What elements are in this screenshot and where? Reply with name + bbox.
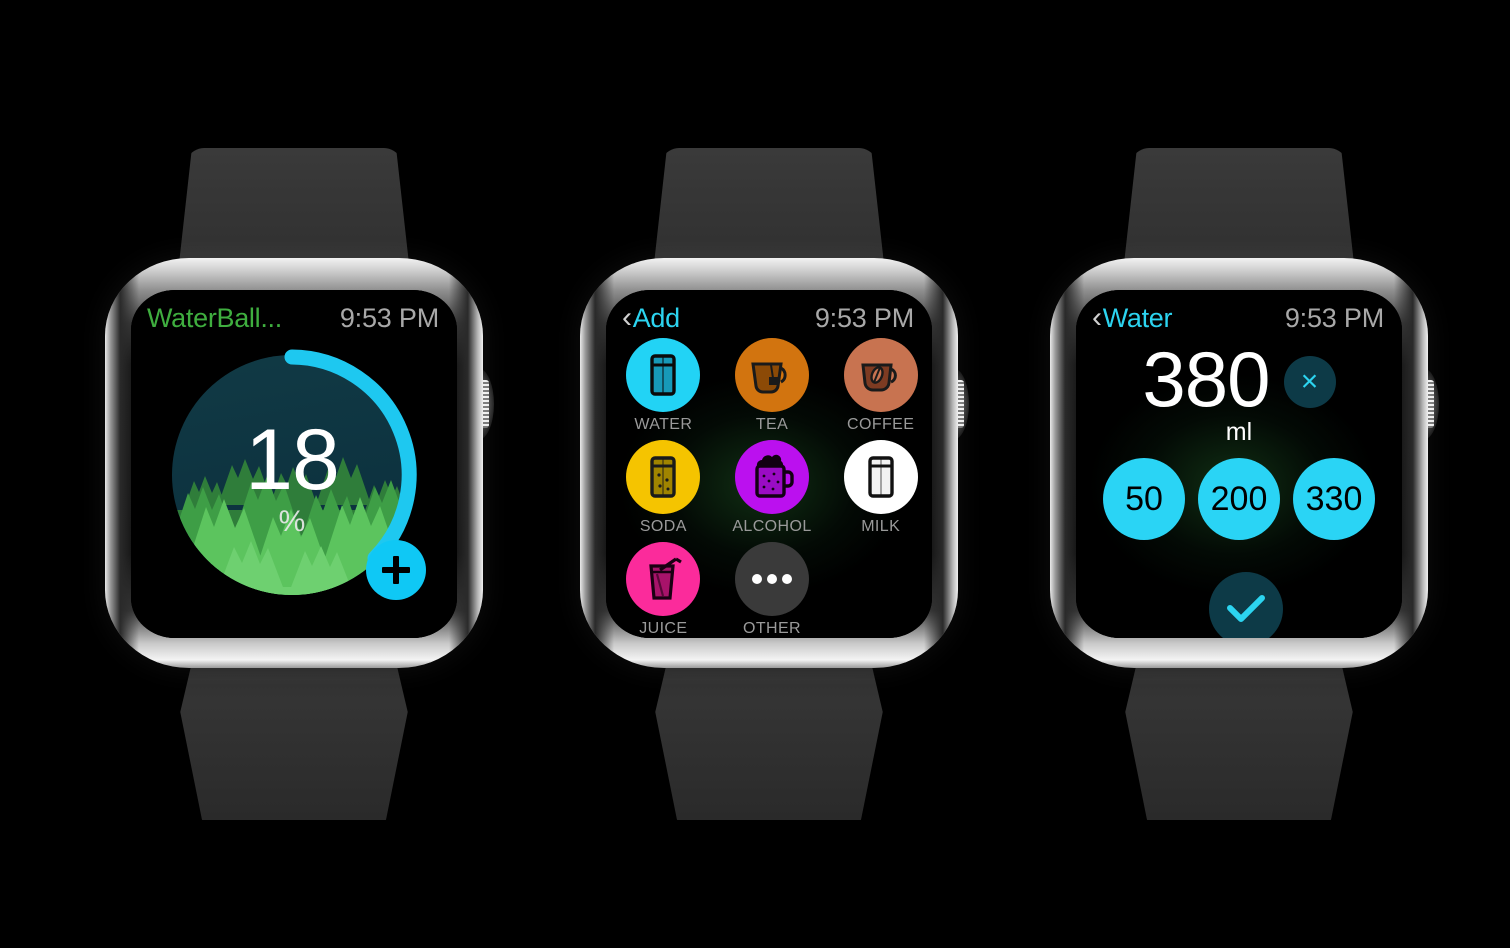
drink-item-other[interactable]: OTHER bbox=[721, 542, 824, 638]
drink-row: WATER TEA COFFEE bbox=[606, 338, 932, 434]
drink-grid: WATER TEA COFFEE SODA ALCOHOL MILK JUICE… bbox=[606, 338, 932, 638]
drink-label: COFFEE bbox=[847, 416, 915, 433]
amount-unit: ml bbox=[1225, 418, 1253, 446]
status-bar-left: WaterBall... bbox=[147, 303, 282, 334]
screen-progress: WaterBall... 9:53 PM 18 % bbox=[131, 290, 457, 638]
water-glass-icon bbox=[626, 338, 701, 412]
watch-case: ‹ Add 9:53 PM WATER TEA COFFEE SODA ALCO… bbox=[580, 258, 958, 668]
amount-row: 380 × bbox=[1076, 335, 1402, 423]
watch-glass: WaterBall... 9:53 PM 18 % bbox=[131, 290, 457, 638]
clear-amount-button[interactable]: × bbox=[1283, 356, 1336, 408]
watch-quantity: ‹ Water 9:53 PM 380 × ml 50 200 330 bbox=[1040, 0, 1440, 948]
drink-label: SODA bbox=[639, 518, 687, 535]
status-time: 9:53 PM bbox=[814, 302, 914, 333]
screen-add-drink: ‹ Add 9:53 PM WATER TEA COFFEE SODA ALCO… bbox=[606, 290, 932, 638]
drink-item-water[interactable]: WATER bbox=[612, 338, 715, 434]
watch-progress: WaterBall... 9:53 PM 18 % bbox=[95, 0, 495, 948]
milk-glass-icon bbox=[843, 440, 918, 514]
screen-title: Add bbox=[632, 302, 680, 333]
status-time: 9:53 PM bbox=[339, 302, 439, 333]
tea-cup-icon bbox=[735, 338, 809, 412]
status-time: 9:53 PM bbox=[1284, 302, 1384, 333]
drink-label: OTHER bbox=[743, 620, 801, 637]
back-button[interactable]: ‹ Add bbox=[622, 303, 680, 334]
preset-buttons: 50 200 330 bbox=[1076, 458, 1402, 540]
drink-label: TEA bbox=[755, 416, 789, 433]
check-icon bbox=[1227, 595, 1265, 622]
add-entry-button[interactable] bbox=[366, 540, 426, 600]
ellipsis-icon bbox=[735, 542, 809, 616]
watch-glass: ‹ Add 9:53 PM WATER TEA COFFEE SODA ALCO… bbox=[606, 290, 932, 638]
juice-glass-icon bbox=[626, 542, 701, 616]
amount-value: 380 bbox=[1142, 335, 1270, 423]
drink-item-juice[interactable]: JUICE bbox=[612, 542, 715, 638]
preset-button-200[interactable]: 200 bbox=[1198, 458, 1280, 540]
watch-glass: ‹ Water 9:53 PM 380 × ml 50 200 330 bbox=[1076, 290, 1402, 638]
app-title: WaterBall... bbox=[147, 302, 282, 333]
drink-label: JUICE bbox=[639, 620, 688, 637]
watch-case: ‹ Water 9:53 PM 380 × ml 50 200 330 bbox=[1050, 258, 1428, 668]
back-chevron-icon: ‹ bbox=[622, 301, 632, 334]
coffee-cup-icon bbox=[843, 338, 918, 412]
beer-mug-icon bbox=[735, 440, 809, 514]
preset-button-50[interactable]: 50 bbox=[1103, 458, 1185, 540]
watch-add-drink: ‹ Add 9:53 PM WATER TEA COFFEE SODA ALCO… bbox=[570, 0, 970, 948]
status-bar: ‹ Water 9:53 PM bbox=[1076, 298, 1402, 338]
screen-quantity: ‹ Water 9:53 PM 380 × ml 50 200 330 bbox=[1076, 290, 1402, 638]
drink-item-soda[interactable]: SODA bbox=[612, 440, 715, 536]
soda-glass-icon bbox=[626, 440, 701, 514]
drink-item-milk[interactable]: MILK bbox=[829, 440, 932, 536]
drink-item-tea[interactable]: TEA bbox=[721, 338, 824, 434]
status-bar: WaterBall... 9:53 PM bbox=[131, 298, 457, 338]
drink-row: JUICE OTHER bbox=[606, 542, 932, 638]
drink-label: ALCOHOL bbox=[732, 518, 812, 535]
back-button[interactable]: ‹ Water bbox=[1092, 301, 1173, 334]
status-bar: ‹ Add 9:53 PM bbox=[606, 298, 932, 338]
drink-label: MILK bbox=[861, 518, 901, 535]
screen-title: Water bbox=[1102, 302, 1173, 333]
preset-button-330[interactable]: 330 bbox=[1293, 458, 1375, 540]
watch-showcase: WaterBall... 9:53 PM 18 % ‹ Add 9:53 PM … bbox=[0, 0, 1510, 948]
back-chevron-icon: ‹ bbox=[1092, 301, 1102, 334]
drink-item-coffee[interactable]: COFFEE bbox=[829, 338, 932, 434]
confirm-button[interactable] bbox=[1209, 572, 1283, 638]
drink-row: SODA ALCOHOL MILK bbox=[606, 440, 932, 536]
watch-case: WaterBall... 9:53 PM 18 % bbox=[105, 258, 483, 668]
drink-label: WATER bbox=[634, 416, 693, 433]
drink-grid-spacer bbox=[829, 542, 932, 638]
drink-item-alcohol[interactable]: ALCOHOL bbox=[721, 440, 824, 536]
